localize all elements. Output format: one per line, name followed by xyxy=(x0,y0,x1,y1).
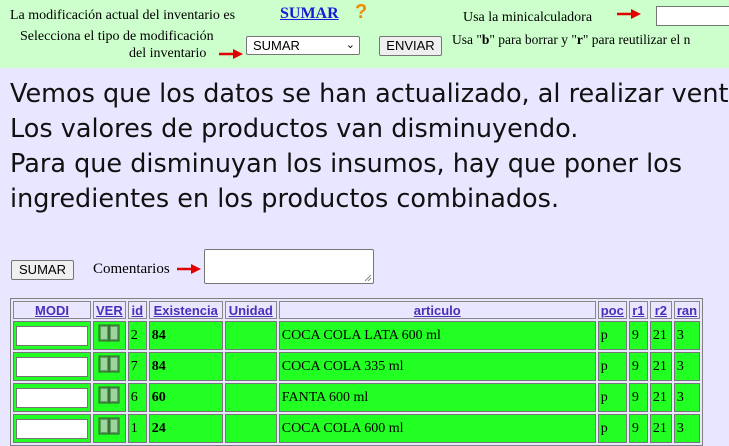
comments-label: Comentarios xyxy=(93,261,170,277)
modi-cell xyxy=(13,352,91,381)
cell-r1: 9 xyxy=(628,352,648,381)
table-row: 1 24 COCA COLA 600 ml p 9 21 3 xyxy=(13,414,701,443)
cell-existencia: 84 xyxy=(148,321,223,350)
info-message-line: ingredientes en los productos combinados… xyxy=(10,184,560,214)
column-header-existencia[interactable]: Existencia xyxy=(148,301,223,319)
help-icon[interactable]: ? xyxy=(355,1,367,24)
table-row: 6 60 FANTA 600 ml p 9 21 3 xyxy=(13,383,701,412)
column-header-ver[interactable]: VER xyxy=(93,301,126,319)
inventory-table: MODI VER id Existencia Unidad articulo p… xyxy=(10,298,704,446)
modi-cell xyxy=(13,383,91,412)
cell-poc: p xyxy=(597,352,627,381)
table-row: 2 84 COCA COLA LATA 600 ml p 9 21 3 xyxy=(13,321,701,350)
resize-grip-icon[interactable] xyxy=(364,274,372,282)
cell-existencia: 60 xyxy=(148,383,223,412)
table-row: 7 84 COCA COLA 335 ml p 9 21 3 xyxy=(13,352,701,381)
column-header-articulo[interactable]: articulo xyxy=(278,301,596,319)
cell-r1: 9 xyxy=(628,383,648,412)
select-type-label-line2: del inventario xyxy=(129,46,207,61)
info-message-line: Vemos que los datos se han actualizado, … xyxy=(10,79,729,109)
cell-poc: p xyxy=(597,321,627,350)
modi-input[interactable] xyxy=(16,418,88,439)
ver-cell xyxy=(93,383,126,412)
column-header-r2[interactable]: r2 xyxy=(649,301,672,319)
column-header-ran[interactable]: ran xyxy=(673,301,701,319)
column-header-poc[interactable]: poc xyxy=(597,301,627,319)
cell-r2: 21 xyxy=(649,321,672,350)
cell-articulo: COCA COLA 335 ml xyxy=(278,352,596,381)
calc-help-text: Usa "b" para borrar y "r" para reutiliza… xyxy=(452,32,691,47)
red-arrow-icon xyxy=(617,9,641,19)
cell-ran: 3 xyxy=(673,383,701,412)
cell-articulo: COCA COLA 600 ml xyxy=(278,414,596,443)
cell-r1: 9 xyxy=(628,321,648,350)
cell-id: 1 xyxy=(127,414,147,443)
modi-cell xyxy=(13,414,91,443)
mod-type-select-value: SUMAR xyxy=(253,38,300,53)
book-icon[interactable] xyxy=(98,354,120,374)
cell-id: 2 xyxy=(127,321,147,350)
minicalculator-input[interactable] xyxy=(656,6,729,26)
red-arrow-icon xyxy=(219,49,243,59)
column-header-r1[interactable]: r1 xyxy=(628,301,648,319)
cell-articulo: COCA COLA LATA 600 ml xyxy=(278,321,596,350)
book-icon[interactable] xyxy=(98,385,120,405)
column-header-unidad[interactable]: Unidad xyxy=(224,301,277,319)
select-type-label-line1: Selecciona el tipo de modificación xyxy=(20,29,214,44)
red-arrow-icon xyxy=(177,264,201,274)
current-mod-label: La modificación actual del inventario es xyxy=(10,8,236,23)
book-icon[interactable] xyxy=(98,323,120,343)
ver-cell xyxy=(93,414,126,443)
modi-input[interactable] xyxy=(16,356,88,377)
cell-poc: p xyxy=(597,383,627,412)
info-message-line: Para que disminuyan los insumos, hay que… xyxy=(10,149,683,179)
top-toolbar: La modificación actual del inventario es… xyxy=(0,0,729,68)
mod-type-select[interactable]: SUMAR ⌄ xyxy=(246,36,360,55)
info-message-line: Los valores de productos van disminuyend… xyxy=(10,114,579,144)
ver-cell xyxy=(93,321,126,350)
comments-textarea[interactable] xyxy=(204,249,374,284)
sumar-button[interactable]: SUMAR xyxy=(11,260,74,280)
cell-existencia: 84 xyxy=(148,352,223,381)
current-mod-link[interactable]: SUMAR xyxy=(280,5,339,23)
enviar-button[interactable]: ENVIAR xyxy=(379,36,442,56)
modi-input[interactable] xyxy=(16,325,88,346)
cell-ran: 3 xyxy=(673,414,701,443)
info-message: Vemos que los datos se han actualizado, … xyxy=(10,77,729,217)
cell-unidad xyxy=(224,321,277,350)
ver-cell xyxy=(93,352,126,381)
cell-articulo: FANTA 600 ml xyxy=(278,383,596,412)
cell-unidad xyxy=(224,352,277,381)
modi-input[interactable] xyxy=(16,387,88,408)
cell-r1: 9 xyxy=(628,414,648,443)
book-icon[interactable] xyxy=(98,416,120,436)
cell-r2: 21 xyxy=(649,414,672,443)
cell-ran: 3 xyxy=(673,321,701,350)
cell-existencia: 24 xyxy=(148,414,223,443)
chevron-down-icon: ⌄ xyxy=(345,39,355,51)
cell-unidad xyxy=(224,414,277,443)
calc-label: Usa la minicalculadora xyxy=(463,10,593,25)
cell-id: 7 xyxy=(127,352,147,381)
cell-r2: 21 xyxy=(649,383,672,412)
modi-cell xyxy=(13,321,91,350)
cell-ran: 3 xyxy=(673,352,701,381)
table-header-row: MODI VER id Existencia Unidad articulo p… xyxy=(13,301,701,319)
column-header-modi[interactable]: MODI xyxy=(13,301,91,319)
cell-r2: 21 xyxy=(649,352,672,381)
column-header-id[interactable]: id xyxy=(127,301,147,319)
cell-poc: p xyxy=(597,414,627,443)
cell-id: 6 xyxy=(127,383,147,412)
cell-unidad xyxy=(224,383,277,412)
